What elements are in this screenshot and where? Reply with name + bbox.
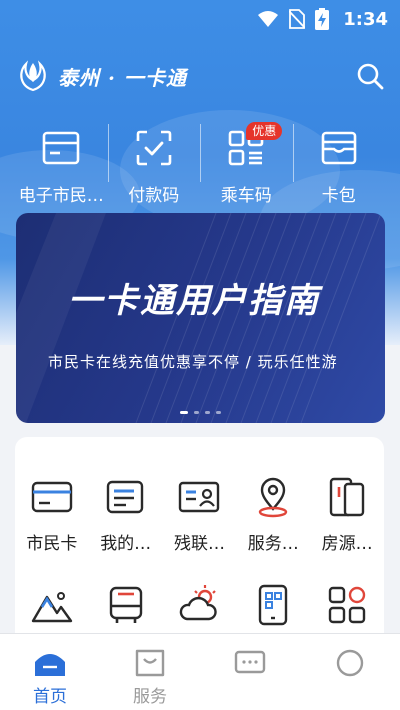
banner-subtitle: 市民卡在线充值优惠享不停 / 玩乐任性游 <box>48 353 338 371</box>
id-card-icon <box>179 481 220 513</box>
status-bar: 1:34 <box>0 0 400 38</box>
service-label: 我的… <box>100 534 152 554</box>
quick-actions: 电子市民… 付款码 优惠 乘车码 卡包 <box>15 122 385 212</box>
no-sim-icon <box>289 9 306 29</box>
bottom-tab-bar: 首页 服务 <box>0 633 400 710</box>
quick-item-label: 电子市民… <box>18 186 104 206</box>
battery-charging-icon <box>315 8 330 30</box>
carousel-dot[interactable] <box>180 411 188 414</box>
service-disability-federation[interactable]: 残联… <box>163 475 237 554</box>
service-label: 市民卡 <box>26 534 78 554</box>
discount-badge: 优惠 <box>246 122 283 140</box>
wifi-icon <box>258 11 279 27</box>
door-icon <box>329 477 365 517</box>
status-time: 1:34 <box>343 8 388 30</box>
card-icon <box>42 131 80 165</box>
bank-card-icon <box>31 481 73 513</box>
message-icon <box>234 650 266 674</box>
carousel-dot[interactable] <box>205 411 210 414</box>
app-header: 泰州 · 一卡通 <box>16 56 384 96</box>
scan-check-icon <box>136 130 172 166</box>
tab-profile[interactable] <box>300 634 400 710</box>
quick-item-label: 乘车码 <box>220 186 272 206</box>
profile-icon <box>336 649 364 677</box>
service-citizen-card[interactable]: 市民卡 <box>15 475 89 554</box>
tab-label: 服务 <box>133 687 167 707</box>
promo-banner[interactable]: 一卡通用户指南 市民卡在线充值优惠享不停 / 玩乐任性游 <box>16 213 385 423</box>
quick-item-label: 付款码 <box>128 186 180 206</box>
service-service-points[interactable]: 服务… <box>236 475 310 554</box>
document-card-icon <box>106 480 143 514</box>
quick-item-card-wallet[interactable]: 卡包 <box>292 122 386 212</box>
home-icon <box>35 654 65 676</box>
services-row <box>15 583 384 627</box>
carousel-dot[interactable] <box>216 411 221 414</box>
tab-home[interactable]: 首页 <box>0 634 100 710</box>
service-more[interactable] <box>310 583 384 627</box>
service-health-code[interactable] <box>236 583 310 627</box>
services-row: 市民卡 我的… 残联… 服务… 房源… <box>15 475 384 554</box>
phone-qr-icon <box>259 584 288 626</box>
service-bus[interactable] <box>89 583 163 627</box>
mountain-icon <box>31 592 73 623</box>
service-scenic[interactable] <box>15 583 89 627</box>
tab-services[interactable]: 服务 <box>100 634 200 710</box>
shopping-bag-icon <box>135 649 165 677</box>
carousel-dot[interactable] <box>194 411 199 414</box>
banner-title: 一卡通用户指南 <box>68 281 320 321</box>
map-pin-icon <box>259 477 288 518</box>
services-card: 市民卡 我的… 残联… 服务… 房源… <box>15 437 384 647</box>
carousel-indicator <box>16 411 385 414</box>
search-icon[interactable] <box>356 62 384 90</box>
service-label: 房源… <box>321 534 373 554</box>
brand: 泰州 · 一卡通 <box>16 60 187 92</box>
wallet-icon <box>321 131 357 165</box>
apps-grid-icon <box>328 586 366 624</box>
service-my-items[interactable]: 我的… <box>89 475 163 554</box>
quick-item-citizen-card[interactable]: 电子市民… <box>15 122 108 212</box>
bus-icon <box>109 586 142 623</box>
service-label: 服务… <box>247 534 299 554</box>
tab-label: 首页 <box>33 687 67 707</box>
phoenix-logo-icon <box>20 60 46 92</box>
quick-item-ride-code[interactable]: 优惠 乘车码 <box>200 122 293 212</box>
app-title: 泰州 · 一卡通 <box>58 65 187 90</box>
quick-item-label: 卡包 <box>321 186 356 206</box>
service-weather[interactable] <box>163 583 237 627</box>
quick-item-payment-code[interactable]: 付款码 <box>107 122 201 212</box>
weather-icon <box>180 585 218 621</box>
service-label: 残联… <box>173 534 225 554</box>
tab-messages[interactable] <box>200 634 300 710</box>
service-housing[interactable]: 房源… <box>310 475 384 554</box>
